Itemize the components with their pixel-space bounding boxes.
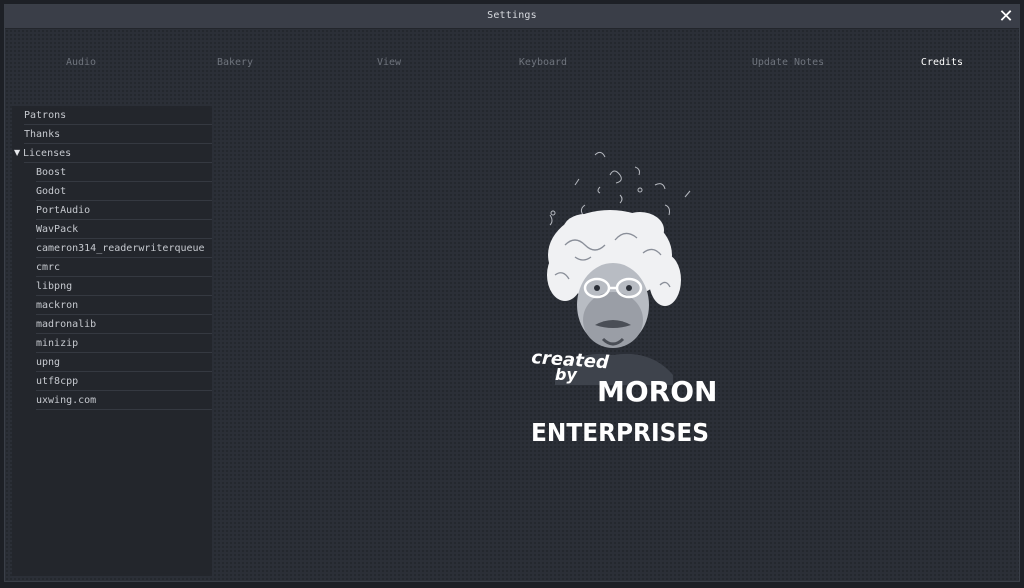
credits-logo: created by MORON ENTERPRISES (515, 145, 717, 450)
tab-bakery[interactable]: Bakery (217, 57, 253, 68)
tree-item-label: mackron (36, 300, 79, 311)
tab-keyboard[interactable]: Keyboard (519, 57, 567, 68)
tree-item-license-upng[interactable]: upng (12, 353, 212, 372)
logo-text-moron: MORON (597, 375, 715, 408)
tab-audio[interactable]: Audio (66, 57, 96, 68)
tree-item-license-uxwing[interactable]: uxwing.com (12, 391, 212, 410)
chevron-down-icon[interactable]: ▼ (14, 148, 20, 157)
tree-item-licenses[interactable]: ▼ Licenses (12, 144, 212, 163)
close-button[interactable]: ✕ (997, 7, 1015, 27)
tree-item-label: Patrons (24, 110, 67, 121)
tree-item-label: upng (36, 357, 61, 368)
tree-item-label: Godot (36, 186, 67, 197)
tab-bar: Audio Bakery View Keyboard Update Notes … (5, 57, 1019, 73)
tree-item-license-boost[interactable]: Boost (12, 163, 212, 182)
tree-item-license-madronalib[interactable]: madronalib (12, 315, 212, 334)
logo-text-enterprises: ENTERPRISES (531, 418, 709, 447)
tree-item-label: libpng (36, 281, 73, 292)
tree-item-label: minizip (36, 338, 79, 349)
tree-item-label: Licenses (23, 148, 72, 159)
tab-update-notes[interactable]: Update Notes (752, 57, 824, 68)
tree-item-label: Boost (36, 167, 67, 178)
tree-item-label: WavPack (36, 224, 79, 235)
tree-item-license-libpng[interactable]: libpng (12, 277, 212, 296)
tree-item-license-minizip[interactable]: minizip (12, 334, 212, 353)
tree-item-label: cmrc (36, 262, 61, 273)
tree-item-license-utf8cpp[interactable]: utf8cpp (12, 372, 212, 391)
tree-item-license-portaudio[interactable]: PortAudio (12, 201, 212, 220)
tree-item-license-readerwriterqueue[interactable]: cameron314_readerwriterqueue (12, 239, 212, 258)
tree-item-license-godot[interactable]: Godot (12, 182, 212, 201)
title-bar[interactable]: Settings ✕ (5, 5, 1019, 29)
tree-item-patrons[interactable]: Patrons (12, 106, 212, 125)
close-icon: ✕ (998, 6, 1014, 27)
moron-enterprises-logo: created by MORON ENTERPRISES (531, 151, 717, 447)
tree-item-license-mackron[interactable]: mackron (12, 296, 212, 315)
tree-item-label: utf8cpp (36, 376, 79, 387)
tree-item-label: uxwing.com (36, 395, 97, 406)
tab-credits[interactable]: Credits (921, 57, 963, 68)
tree-item-thanks[interactable]: Thanks (12, 125, 212, 144)
tree-item-label: madronalib (36, 319, 97, 330)
window-title: Settings (487, 10, 537, 21)
logo-text-by: by (555, 365, 577, 384)
tree-item-license-wavpack[interactable]: WavPack (12, 220, 212, 239)
credits-sidebar-tree: Patrons Thanks ▼ Licenses Boost Godot Po… (12, 106, 212, 576)
tab-view[interactable]: View (377, 57, 401, 68)
tree-item-label: PortAudio (36, 205, 91, 216)
settings-window: Settings ✕ Audio Bakery View Keyboard Up… (4, 4, 1020, 582)
divider (36, 409, 212, 410)
tree-item-license-cmrc[interactable]: cmrc (12, 258, 212, 277)
tree-item-label: Thanks (24, 129, 61, 140)
tree-item-label: cameron314_readerwriterqueue (36, 243, 205, 254)
